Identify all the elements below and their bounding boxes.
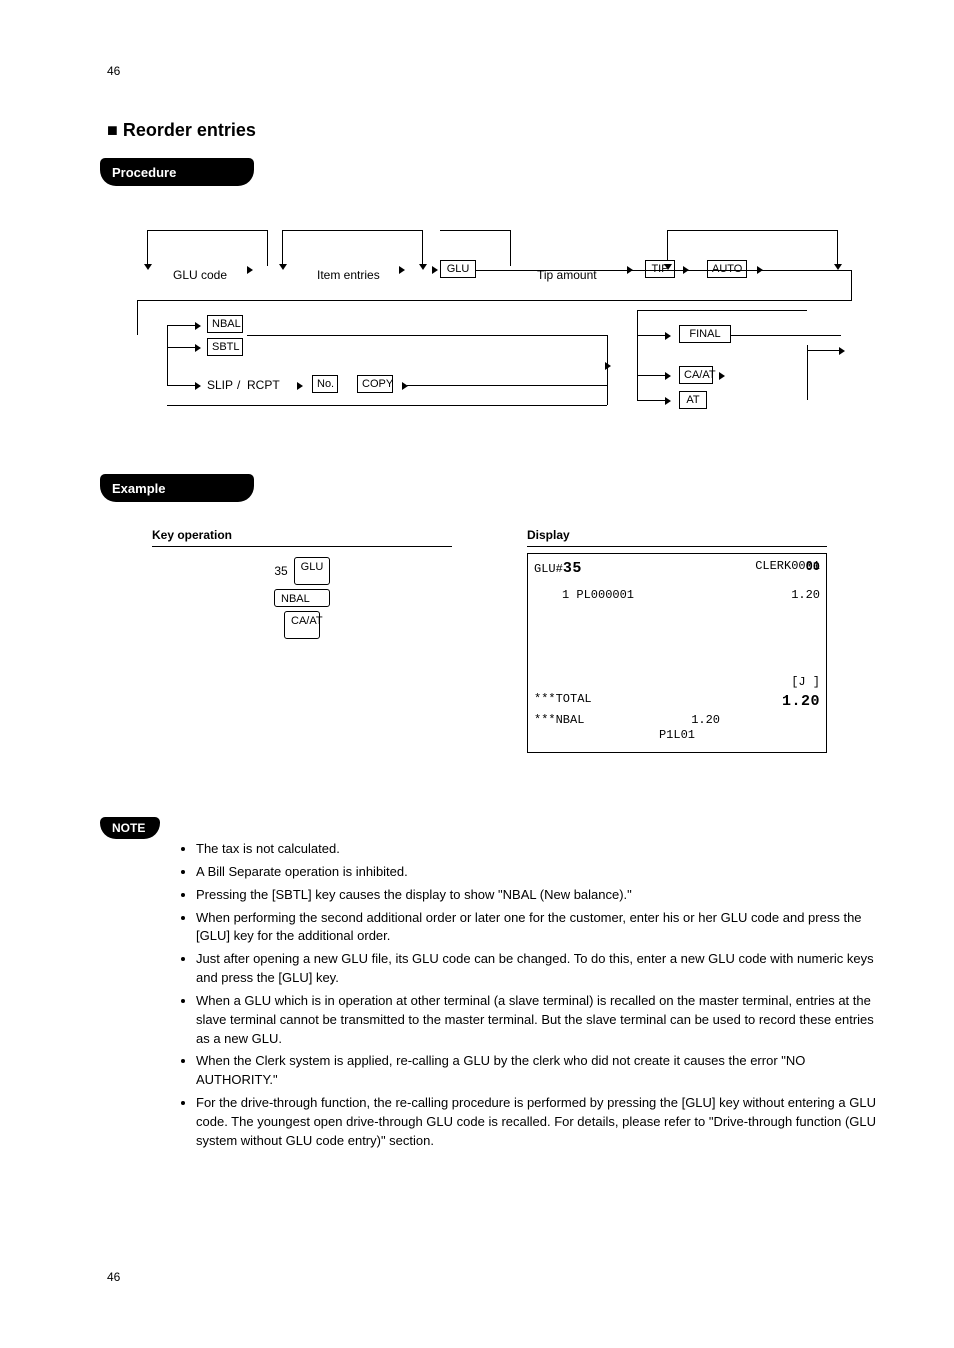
display-glu-label: GLU# [534, 562, 563, 576]
key-operation-column: Key operation 35 GLU NBAL CA/AT [152, 528, 452, 643]
note-item-2: A Bill Separate operation is inhibited. [196, 863, 880, 882]
diagram-label-item-entries: Item entries [317, 268, 380, 282]
diagram-key-copy: COPY [357, 375, 393, 393]
note-item-4: When performing the second additional or… [196, 909, 880, 947]
display-header: Display [527, 528, 827, 547]
note-tab: NOTE [100, 817, 160, 839]
diagram-key-glu: GLU [440, 260, 476, 278]
note-item-6: When a GLU which is in operation at othe… [196, 992, 880, 1049]
display-total-label: ***TOTAL [534, 691, 592, 712]
page-number-top: 46 [107, 64, 120, 78]
page-number-bottom: 46 [107, 1270, 120, 1284]
display-corner-icon: 00 [806, 560, 820, 574]
diagram-label-glu-code: GLU code [173, 268, 227, 282]
note-item-1: The tax is not calculated. [196, 840, 880, 859]
display-bottom: P1L01 [534, 728, 820, 742]
diagram-key-at: AT [679, 391, 707, 409]
display-frame: GLU#35 CLERK0001 00 1 PL000001 1.20 [J ]… [527, 553, 827, 753]
key-glu: GLU [294, 557, 330, 585]
display-item-line: 1 PL000001 [534, 587, 634, 604]
note-item-8: For the drive-through function, the re-c… [196, 1094, 880, 1151]
display-glu-value: 35 [563, 560, 582, 577]
key-caat: CA/AT [284, 611, 320, 639]
display-total-value: 1.20 [782, 691, 820, 712]
display-j-indicator: [J ] [791, 674, 820, 691]
diagram-key-sbtl: SBTL [207, 338, 243, 356]
numeric-input-35: 35 [274, 564, 287, 578]
example-tab: Example [100, 474, 254, 502]
diagram-key-caat: CA/AT [679, 366, 713, 384]
display-item-price: 1.20 [791, 587, 820, 604]
display-nbal-label: ***NBAL [534, 712, 584, 729]
procedure-tab: Procedure [100, 158, 254, 186]
page-title: ■ Reorder entries [107, 120, 256, 141]
diagram-key-final: FINAL [679, 325, 731, 343]
key-operation-header: Key operation [152, 528, 452, 547]
diagram-label-rcpt: RCPT [247, 378, 280, 392]
procedure-diagram: GLU code Item entries GLU Tip amount TIP… [107, 210, 885, 460]
note-body: The tax is not calculated. A Bill Separa… [180, 840, 880, 1155]
note-item-5: Just after opening a new GLU file, its G… [196, 950, 880, 988]
diagram-key-nbal: NBAL [207, 315, 243, 333]
display-nbal-value: 1.20 [691, 712, 720, 729]
diagram-key-no: No. [312, 375, 338, 393]
diagram-key-auto: AUTO [707, 260, 747, 278]
key-nbal: NBAL [274, 589, 330, 607]
note-item-3: Pressing the [SBTL] key causes the displ… [196, 886, 880, 905]
note-item-7: When the Clerk system is applied, re-cal… [196, 1052, 880, 1090]
display-column: Display GLU#35 CLERK0001 00 1 PL000001 1… [527, 528, 827, 753]
diagram-label-slip: SLIP [207, 378, 233, 392]
